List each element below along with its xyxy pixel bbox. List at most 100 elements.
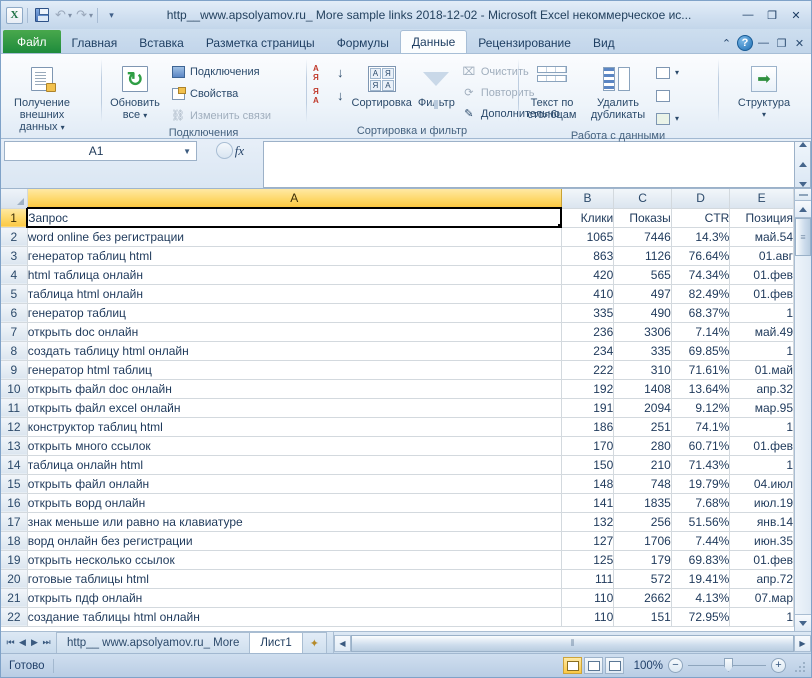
save-icon[interactable] bbox=[32, 6, 51, 25]
filter-button[interactable]: Фильтр bbox=[416, 60, 457, 112]
cell-E20[interactable]: апр.72 bbox=[729, 569, 794, 589]
cell-D12[interactable]: 74.1% bbox=[671, 417, 731, 437]
what-if-dropdown-icon[interactable]: ▾ bbox=[675, 114, 679, 123]
cell-E22[interactable]: 1 bbox=[729, 607, 794, 627]
next-sheet-icon[interactable]: ▶ bbox=[29, 637, 40, 648]
row-header-4[interactable]: 4 bbox=[1, 265, 28, 285]
sort-ascending-button[interactable]: А Я ↓ bbox=[309, 62, 348, 83]
cell-A5[interactable]: таблица html онлайн bbox=[27, 284, 562, 304]
data-validation-dropdown-icon[interactable]: ▾ bbox=[675, 68, 679, 77]
cell-B15[interactable]: 148 bbox=[561, 474, 615, 494]
zoom-in-button[interactable]: + bbox=[771, 658, 786, 673]
cell-A4[interactable]: html таблица онлайн bbox=[27, 265, 562, 285]
cell-A6[interactable]: генератор таблиц bbox=[27, 303, 562, 323]
row-header-13[interactable]: 13 bbox=[1, 436, 28, 456]
cell-A10[interactable]: открыть файл doc онлайн bbox=[27, 379, 562, 399]
help-icon[interactable]: ? bbox=[737, 35, 753, 51]
cell-B9[interactable]: 222 bbox=[561, 360, 615, 380]
cell-B11[interactable]: 191 bbox=[561, 398, 615, 418]
cell-A14[interactable]: таблица онлайн html bbox=[27, 455, 562, 475]
cell-E4[interactable]: 01.фев bbox=[729, 265, 794, 285]
cell-B19[interactable]: 125 bbox=[561, 550, 615, 570]
scroll-down-icon[interactable] bbox=[795, 614, 811, 631]
cell-B12[interactable]: 186 bbox=[561, 417, 615, 437]
formula-bar-expand[interactable] bbox=[794, 141, 811, 188]
text-to-columns-button[interactable]: Текст по столбцам bbox=[521, 60, 583, 124]
cell-E12[interactable]: 1 bbox=[729, 417, 794, 437]
cell-B17[interactable]: 132 bbox=[561, 512, 615, 532]
vertical-scroll-track[interactable] bbox=[795, 256, 811, 614]
cell-D1[interactable]: CTR bbox=[671, 208, 731, 228]
cell-E11[interactable]: мар.95 bbox=[729, 398, 794, 418]
cell-B1[interactable]: Клики bbox=[561, 208, 615, 228]
cell-D16[interactable]: 7.68% bbox=[671, 493, 731, 513]
cell-C14[interactable]: 210 bbox=[613, 455, 672, 475]
normal-view-icon[interactable] bbox=[563, 657, 582, 674]
row-header-21[interactable]: 21 bbox=[1, 588, 28, 608]
cell-D22[interactable]: 72.95% bbox=[671, 607, 731, 627]
cell-E10[interactable]: апр.32 bbox=[729, 379, 794, 399]
cell-D11[interactable]: 9.12% bbox=[671, 398, 731, 418]
cell-D15[interactable]: 19.79% bbox=[671, 474, 731, 494]
cell-E1[interactable]: Позиция bbox=[729, 208, 794, 228]
scroll-left-icon[interactable]: ◀ bbox=[333, 635, 351, 652]
cell-B6[interactable]: 335 bbox=[561, 303, 615, 323]
cell-E13[interactable]: 01.фев bbox=[729, 436, 794, 456]
row-header-10[interactable]: 10 bbox=[1, 379, 28, 399]
tab-page-layout[interactable]: Разметка страницы bbox=[195, 32, 326, 53]
cell-D9[interactable]: 71.61% bbox=[671, 360, 731, 380]
vertical-scrollbar[interactable]: ≡ bbox=[794, 189, 811, 631]
row-header-16[interactable]: 16 bbox=[1, 493, 28, 513]
select-all-corner[interactable] bbox=[1, 189, 28, 209]
cell-D2[interactable]: 14.3% bbox=[671, 227, 731, 247]
cell-C17[interactable]: 256 bbox=[613, 512, 672, 532]
cell-E8[interactable]: 1 bbox=[729, 341, 794, 361]
column-header-c[interactable]: C bbox=[613, 189, 672, 209]
column-header-e[interactable]: E bbox=[729, 189, 794, 209]
cell-D13[interactable]: 60.71% bbox=[671, 436, 731, 456]
vertical-split-handle[interactable] bbox=[795, 189, 811, 201]
cell-B16[interactable]: 141 bbox=[561, 493, 615, 513]
scroll-right-icon[interactable]: ▶ bbox=[794, 635, 811, 652]
cell-C19[interactable]: 179 bbox=[613, 550, 672, 570]
cell-D6[interactable]: 68.37% bbox=[671, 303, 731, 323]
tab-home[interactable]: Главная bbox=[61, 32, 129, 53]
cell-A16[interactable]: открыть ворд онлайн bbox=[27, 493, 562, 513]
row-header-15[interactable]: 15 bbox=[1, 474, 28, 494]
zoom-slider-thumb[interactable] bbox=[724, 658, 733, 672]
cell-A18[interactable]: ворд онлайн без регистрации bbox=[27, 531, 562, 551]
collapse-ribbon-icon[interactable]: ⌃ bbox=[719, 37, 734, 50]
horizontal-scrollbar[interactable]: ◀ ⦀ ▶ bbox=[332, 632, 811, 653]
row-header-17[interactable]: 17 bbox=[1, 512, 28, 532]
horizontal-scroll-thumb[interactable]: ⦀ bbox=[350, 635, 794, 652]
tab-formulas[interactable]: Формулы bbox=[326, 32, 400, 53]
cell-A7[interactable]: открыть doc онлайн bbox=[27, 322, 562, 342]
cell-A21[interactable]: открыть пдф онлайн bbox=[27, 588, 562, 608]
row-header-5[interactable]: 5 bbox=[1, 284, 28, 304]
cell-A20[interactable]: готовые таблицы html bbox=[27, 569, 562, 589]
tab-review[interactable]: Рецензирование bbox=[467, 32, 582, 53]
row-header-9[interactable]: 9 bbox=[1, 360, 28, 380]
cell-D19[interactable]: 69.83% bbox=[671, 550, 731, 570]
cell-C16[interactable]: 1835 bbox=[613, 493, 672, 513]
cell-A8[interactable]: создать таблицу html онлайн bbox=[27, 341, 562, 361]
row-header-18[interactable]: 18 bbox=[1, 531, 28, 551]
name-box-dropdown-icon[interactable]: ▼ bbox=[183, 147, 194, 156]
restore-icon[interactable]: ❐ bbox=[761, 6, 783, 24]
get-external-data-button[interactable]: Получение внешних данных ▾ bbox=[4, 60, 80, 137]
last-sheet-icon[interactable]: ⏭ bbox=[41, 637, 52, 648]
row-header-14[interactable]: 14 bbox=[1, 455, 28, 475]
formula-expand-icon[interactable] bbox=[798, 182, 807, 187]
cell-A22[interactable]: создание таблицы html онлайн bbox=[27, 607, 562, 627]
page-break-view-icon[interactable] bbox=[605, 657, 624, 674]
cancel-formula-icon[interactable] bbox=[215, 142, 233, 159]
cell-C12[interactable]: 251 bbox=[613, 417, 672, 437]
cell-C20[interactable]: 572 bbox=[613, 569, 672, 589]
cell-E2[interactable]: май.54 bbox=[729, 227, 794, 247]
cell-E21[interactable]: 07.мар bbox=[729, 588, 794, 608]
formula-scroll-up-icon[interactable] bbox=[798, 142, 807, 147]
first-sheet-icon[interactable]: ⏮ bbox=[5, 637, 16, 648]
cell-B10[interactable]: 192 bbox=[561, 379, 615, 399]
cell-E19[interactable]: 01.фев bbox=[729, 550, 794, 570]
cell-C10[interactable]: 1408 bbox=[613, 379, 672, 399]
